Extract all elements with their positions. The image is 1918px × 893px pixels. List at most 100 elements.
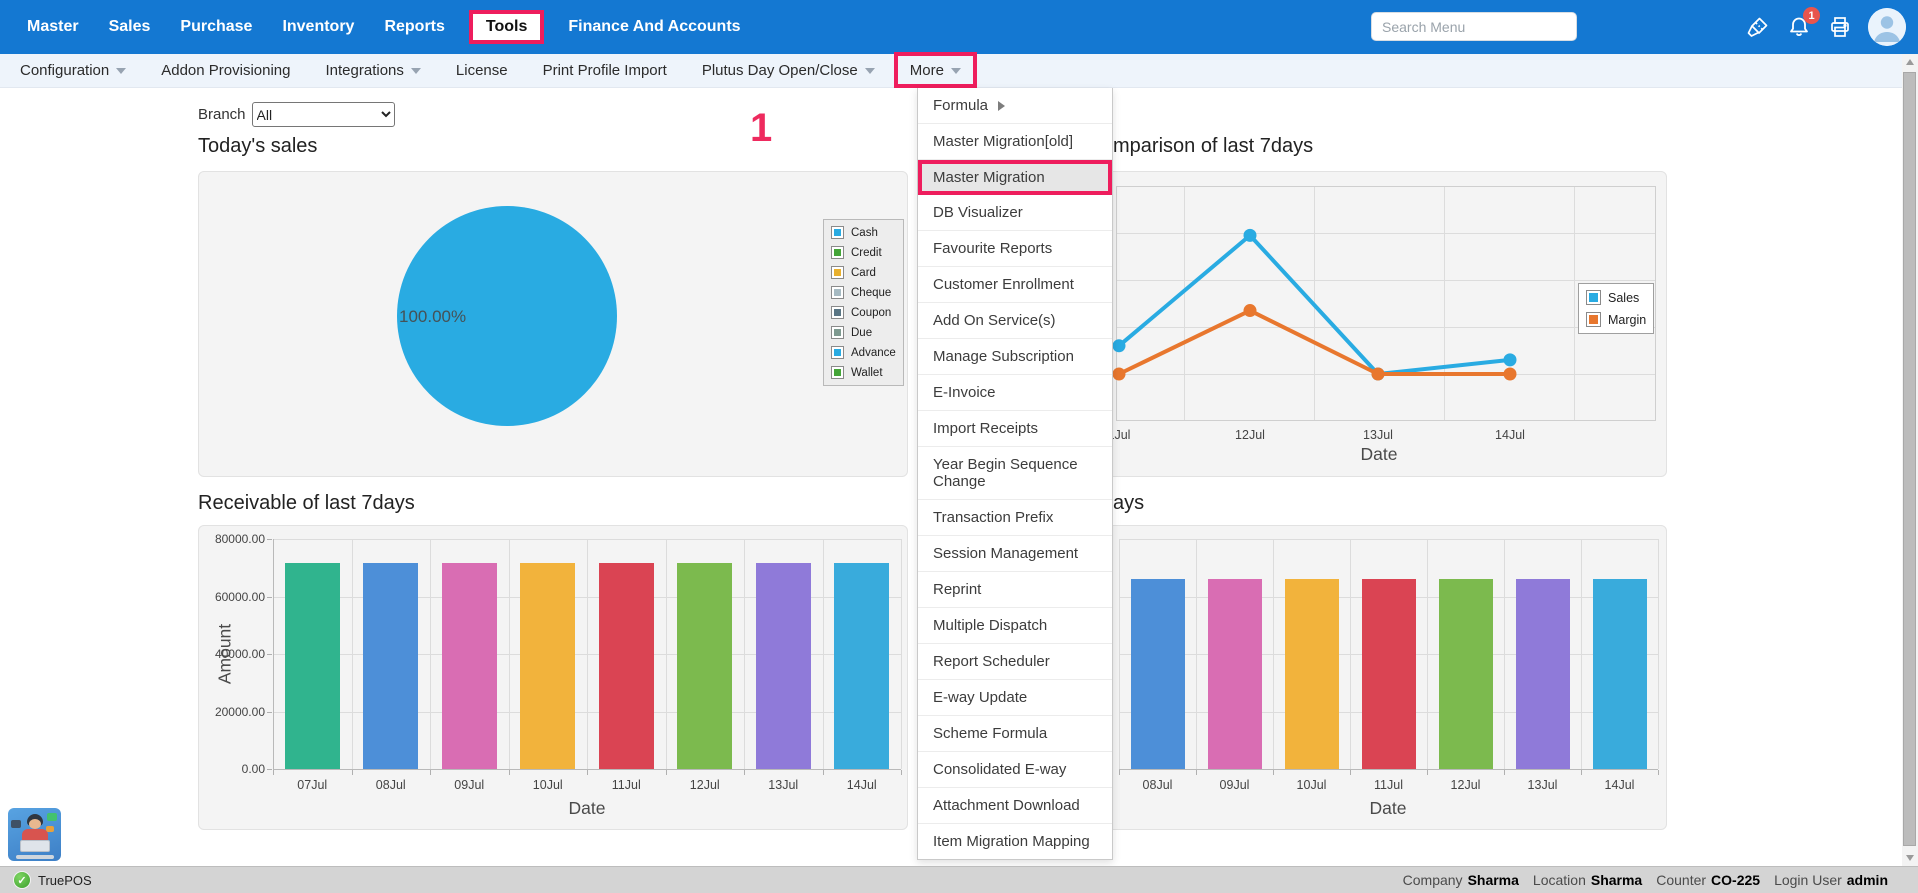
status-check-icon: ✓	[14, 872, 30, 888]
menu-item-more[interactable]: More	[910, 62, 961, 79]
status-field-company: CompanySharma	[1403, 872, 1519, 888]
bar-07jul[interactable]	[285, 563, 340, 769]
chevron-down-icon	[951, 68, 961, 74]
bar-08jul[interactable]	[363, 563, 418, 769]
printer-icon[interactable]	[1827, 14, 1853, 40]
bar-12jul[interactable]	[1439, 579, 1493, 769]
right-bar-chart-title-fragment: ays	[1113, 492, 1144, 515]
status-field-value: Sharma	[1591, 872, 1642, 888]
bar-13jul[interactable]	[756, 563, 811, 769]
menu-item-label: Plutus Day Open/Close	[702, 62, 858, 79]
dropdown-item-import-receipts[interactable]: Import Receipts	[918, 411, 1112, 447]
dropdown-item-formula[interactable]: Formula	[918, 88, 1112, 124]
gridline	[1273, 539, 1274, 769]
bar-14jul[interactable]	[834, 563, 889, 769]
bell-icon[interactable]: 1	[1786, 14, 1812, 40]
bar-10jul[interactable]	[1285, 579, 1339, 769]
scroll-up-arrow-icon[interactable]	[1902, 54, 1918, 70]
status-field-label: Counter	[1656, 872, 1706, 888]
annotation-step-1: 1	[750, 106, 772, 151]
dropdown-item-label: Report Scheduler	[933, 653, 1050, 670]
y-axis-line	[273, 539, 274, 769]
menu-item-configuration[interactable]: Configuration	[20, 62, 126, 79]
dropdown-item-master-migration-old[interactable]: Master Migration[old]	[918, 124, 1112, 160]
bar-08jul[interactable]	[1131, 579, 1185, 769]
menu-item-label: Print Profile Import	[543, 62, 667, 79]
gridline	[1427, 539, 1428, 769]
branch-select[interactable]: All	[252, 102, 395, 127]
menu-item-integrations[interactable]: Integrations	[326, 62, 421, 79]
bar-11jul[interactable]	[1362, 579, 1416, 769]
data-point-sales	[1244, 229, 1257, 242]
bar-12jul[interactable]	[677, 563, 732, 769]
nav-item-master[interactable]: Master	[27, 18, 79, 36]
x-tick-label: 08Jul	[376, 778, 406, 792]
dropdown-item-add-on-service-s[interactable]: Add On Service(s)	[918, 303, 1112, 339]
dropdown-item-customer-enrollment[interactable]: Customer Enrollment	[918, 267, 1112, 303]
bar-14jul[interactable]	[1593, 579, 1647, 769]
avatar[interactable]	[1868, 8, 1906, 46]
dropdown-item-item-migration-mapping[interactable]: Item Migration Mapping	[918, 824, 1112, 859]
bar-09jul[interactable]	[442, 563, 497, 769]
paintbrush-icon[interactable]	[1745, 14, 1771, 40]
nav-item-purchase[interactable]: Purchase	[180, 18, 252, 36]
bar-13jul[interactable]	[1516, 579, 1570, 769]
dropdown-item-favourite-reports[interactable]: Favourite Reports	[918, 231, 1112, 267]
vertical-scrollbar[interactable]	[1902, 54, 1918, 866]
x-axis-title: Date	[1361, 444, 1398, 465]
legend-item-wallet: Wallet	[831, 366, 896, 379]
dropdown-item-scheme-formula[interactable]: Scheme Formula	[918, 716, 1112, 752]
dropdown-item-master-migration[interactable]: Master Migration	[918, 160, 1112, 195]
search-input[interactable]	[1371, 12, 1577, 41]
dropdown-item-session-management[interactable]: Session Management	[918, 536, 1112, 572]
axis-tick	[267, 769, 272, 770]
gridline	[1196, 539, 1197, 769]
menu-item-print-profile-import[interactable]: Print Profile Import	[543, 62, 667, 79]
legend-item-cash: Cash	[831, 226, 896, 239]
nav-item-sales[interactable]: Sales	[109, 18, 151, 36]
secondary-menu: Configuration Addon Provisioning Integrati…	[0, 54, 1918, 88]
dropdown-item-report-scheduler[interactable]: Report Scheduler	[918, 644, 1112, 680]
chart-legend: SalesMargin	[1578, 283, 1654, 334]
branch-label: Branch	[198, 106, 246, 123]
y-tick-label: 0.00	[199, 762, 265, 776]
dropdown-item-multiple-dispatch[interactable]: Multiple Dispatch	[918, 608, 1112, 644]
dropdown-item-manage-subscription[interactable]: Manage Subscription	[918, 339, 1112, 375]
support-chat-widget[interactable]	[8, 808, 61, 861]
chat-bubble-icon	[47, 813, 57, 821]
dropdown-item-label: Transaction Prefix	[933, 509, 1053, 526]
menu-item-license[interactable]: License	[456, 62, 508, 79]
x-tick-label: 14Jul	[847, 778, 877, 792]
nav-item-finance-and-accounts[interactable]: Finance And Accounts	[568, 18, 740, 36]
legend-item-margin: Margin	[1586, 312, 1646, 327]
bar-09jul[interactable]	[1208, 579, 1262, 769]
dropdown-item-db-visualizer[interactable]: DB Visualizer	[918, 195, 1112, 231]
nav-item-inventory[interactable]: Inventory	[282, 18, 354, 36]
dropdown-item-transaction-prefix[interactable]: Transaction Prefix	[918, 500, 1112, 536]
dropdown-item-attachment-download[interactable]: Attachment Download	[918, 788, 1112, 824]
dropdown-item-label: Import Receipts	[933, 420, 1038, 437]
x-tick-label: 09Jul	[1220, 778, 1250, 792]
pie-chart-title: Today's sales	[198, 135, 317, 158]
dropdown-item-e-way-update[interactable]: E-way Update	[918, 680, 1112, 716]
legend-label: Wallet	[851, 367, 883, 379]
x-tick-label: 14Jul	[1605, 778, 1635, 792]
dropdown-item-label: Consolidated E-way	[933, 761, 1066, 778]
legend-swatch	[831, 346, 844, 359]
nav-item-tools[interactable]: Tools	[469, 10, 544, 44]
legend-label: Card	[851, 267, 876, 279]
nav-item-reports[interactable]: Reports	[384, 18, 444, 36]
menu-item-plutus-day-open-close[interactable]: Plutus Day Open/Close	[702, 62, 875, 79]
y-tick-label: 80000.00	[199, 532, 265, 546]
bar-10jul[interactable]	[520, 563, 575, 769]
axis-tick	[1119, 770, 1120, 775]
scrollbar-thumb[interactable]	[1903, 72, 1916, 846]
menu-item-addon-provisioning[interactable]: Addon Provisioning	[161, 62, 290, 79]
bar-11jul[interactable]	[599, 563, 654, 769]
dropdown-item-reprint[interactable]: Reprint	[918, 572, 1112, 608]
scroll-down-arrow-icon[interactable]	[1902, 850, 1918, 866]
dropdown-item-e-invoice[interactable]: E-Invoice	[918, 375, 1112, 411]
dropdown-item-consolidated-e-way[interactable]: Consolidated E-way	[918, 752, 1112, 788]
dropdown-item-year-begin-sequence-change[interactable]: Year Begin Sequence Change	[918, 447, 1112, 500]
gridline	[823, 539, 824, 769]
